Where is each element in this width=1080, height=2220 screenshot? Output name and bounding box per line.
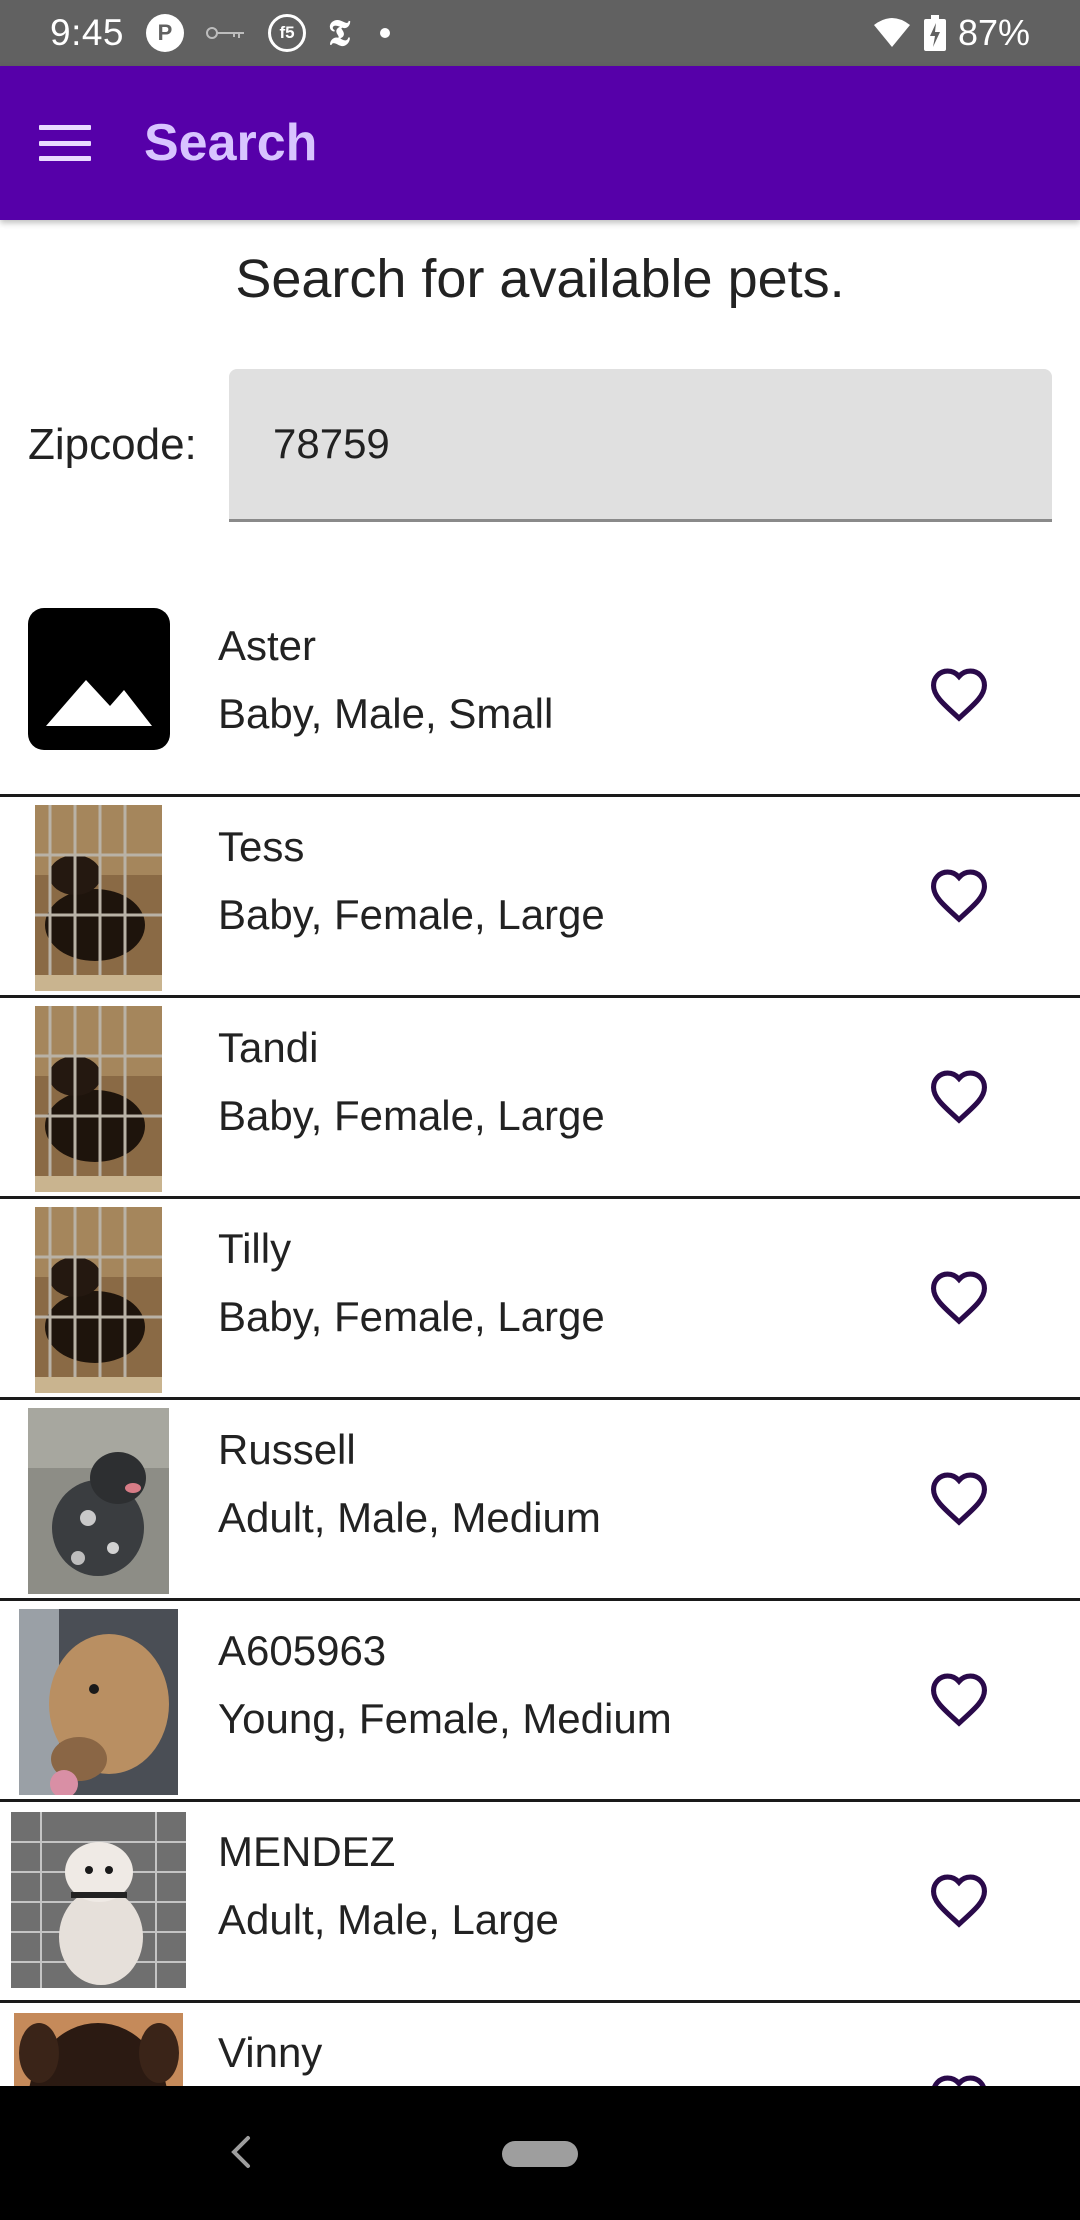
pet-name: Aster [218, 622, 317, 669]
pet-photo [35, 805, 162, 991]
battery-level: 87% [957, 12, 1030, 53]
pet-list-item[interactable]: MENDEZ Adult, Male, Large [0, 1802, 1080, 2003]
pet-name: Tandi [218, 1024, 319, 1071]
pet-name: Tilly [218, 1225, 292, 1272]
favorite-heart-icon[interactable] [928, 1269, 990, 1325]
nyt-icon: 𝕿 [328, 11, 351, 54]
pet-list-item[interactable]: Vinny [0, 2003, 1080, 2086]
page-title: Search [144, 114, 318, 172]
key-icon [206, 26, 246, 40]
battery-charging-icon [923, 15, 946, 51]
menu-button[interactable] [0, 66, 130, 220]
pet-photo [28, 1408, 169, 1594]
pet-details: Baby, Male, Small [218, 690, 554, 737]
pet-name: Vinny [218, 2029, 323, 2076]
favorite-heart-icon[interactable] [928, 1470, 990, 1526]
favorite-heart-icon[interactable] [928, 2073, 990, 2086]
pet-details: Adult, Male, Large [218, 1896, 559, 1943]
home-pill-button[interactable] [502, 2141, 578, 2167]
status-time: 9:45 [50, 12, 125, 53]
pet-list-item[interactable]: A605963 Young, Female, Medium [0, 1601, 1080, 1802]
zipcode-label: Zipcode: [28, 420, 197, 469]
pet-details: Young, Female, Medium [218, 1695, 672, 1742]
pet-details: Baby, Female, Large [218, 1293, 605, 1340]
app-bar: Search [0, 66, 1080, 220]
navigation-bar [0, 2086, 1080, 2220]
search-heading: Search for available pets. [235, 249, 845, 309]
pet-photo [14, 2013, 183, 2086]
image-placeholder-icon [28, 608, 170, 750]
favorite-heart-icon[interactable] [928, 867, 990, 923]
pocket-casts-icon: P [146, 14, 185, 52]
pet-name: A605963 [218, 1627, 387, 1674]
pet-photo [19, 1609, 178, 1795]
pet-photo [11, 1812, 186, 1988]
favorite-heart-icon[interactable] [928, 1068, 990, 1124]
pet-list-item[interactable]: Aster Baby, Male, Small [0, 596, 1080, 797]
pet-name: Tess [218, 823, 305, 870]
f5-icon: f5 [268, 14, 307, 52]
pet-photo [35, 1207, 162, 1393]
favorite-heart-icon[interactable] [928, 1671, 990, 1727]
pet-details: Adult, Male, Medium [218, 1494, 601, 1541]
pet-list-item[interactable]: Tilly Baby, Female, Large [0, 1199, 1080, 1400]
pet-details: Baby, Female, Large [218, 891, 605, 938]
wifi-icon [872, 17, 912, 49]
pet-list-item[interactable]: Russell Adult, Male, Medium [0, 1400, 1080, 1601]
pet-details: Baby, Female, Large [218, 1092, 605, 1139]
hamburger-menu-icon [39, 125, 91, 161]
pet-name: MENDEZ [218, 1828, 396, 1875]
back-icon[interactable] [222, 2130, 262, 2174]
pet-photo [35, 1006, 162, 1192]
pet-list: Aster Baby, Male, Small Tess Baby, Femal… [0, 596, 1080, 2086]
status-bar: 9:45 P f5 𝕿 87% [0, 0, 1080, 66]
favorite-heart-icon[interactable] [928, 666, 990, 722]
pet-list-item[interactable]: Tess Baby, Female, Large [0, 797, 1080, 998]
zipcode-input[interactable] [229, 369, 1052, 522]
pet-list-item[interactable]: Tandi Baby, Female, Large [0, 998, 1080, 1199]
pet-name: Russell [218, 1426, 356, 1473]
favorite-heart-icon[interactable] [928, 1872, 990, 1928]
notification-dot-icon [380, 28, 391, 38]
